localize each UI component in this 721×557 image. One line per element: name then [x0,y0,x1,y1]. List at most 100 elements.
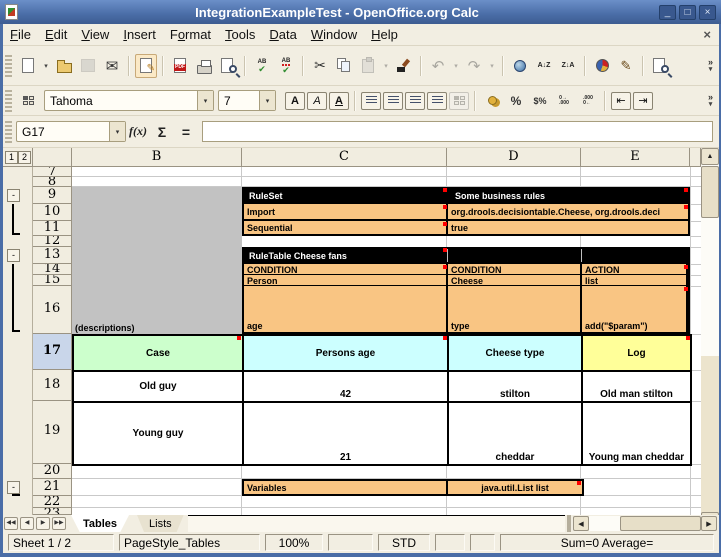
copy-button[interactable] [333,54,355,78]
cell-C18[interactable]: 42 [242,370,449,403]
cell-B18[interactable]: Old guy [72,370,244,403]
delete-decimal-button[interactable]: .000 0← [577,89,599,113]
spellcheck-button[interactable]: AB✔ [251,54,273,78]
chevron-down-icon[interactable]: ▾ [259,91,275,110]
add-decimal-button[interactable]: 0→ .000 [553,89,575,113]
number-format-currency-button[interactable] [481,89,503,113]
menu-format[interactable]: Format [163,25,218,44]
horizontal-scroll-thumb[interactable] [620,516,701,531]
paste-button[interactable] [357,54,379,78]
cell-E14[interactable]: ACTION [582,264,686,274]
cell-C19[interactable]: 21 [242,401,449,466]
sum-button[interactable]: Σ [150,121,174,143]
scroll-up-button[interactable]: ▲ [701,148,719,165]
menu-insert[interactable]: Insert [116,25,163,44]
cell-E15[interactable]: list [582,275,686,285]
decrease-indent-button[interactable]: ⇤ [611,92,631,110]
italic-button[interactable]: A [307,92,327,110]
cell-D10[interactable]: org.drools.decisiontable.Cheese, org.dro… [448,204,688,219]
cell-E19[interactable]: Young man cheddar [581,401,692,466]
row-header-8[interactable]: 8 [33,177,72,187]
undo-button[interactable]: ↶ [427,54,449,78]
outline-level-2-button[interactable]: 2 [18,151,31,164]
font-size-combo[interactable]: 7 ▾ [218,90,276,111]
merge-cells-button[interactable] [449,92,469,110]
row-header-17-selected[interactable]: 17 [33,334,72,370]
menu-edit[interactable]: Edit [38,25,74,44]
column-header-E[interactable]: E [581,148,690,167]
cell-C11[interactable]: Sequential [244,221,446,234]
horizontal-scrollbar[interactable]: ◀ ▶ [573,515,719,532]
row-header-19[interactable]: 19 [33,401,72,464]
row-header-12[interactable]: 12 [33,236,72,247]
last-sheet-button[interactable]: ▶▶ [52,517,66,530]
save-button[interactable] [77,54,99,78]
column-header-C[interactable]: C [242,148,447,167]
sheet-tab-tables[interactable]: Tables [67,515,133,532]
select-all-corner[interactable] [33,148,72,167]
format-paintbrush-button[interactable] [393,54,415,78]
sheet-tab-lists[interactable]: Lists [133,515,188,532]
minimize-button[interactable]: _ [659,5,676,20]
scroll-trough[interactable] [701,218,719,356]
toolbar-handle[interactable] [5,90,12,112]
maximize-button[interactable]: □ [679,5,696,20]
row-header-23[interactable]: 23 [33,508,72,515]
bold-button[interactable]: A [285,92,305,110]
scroll-trough[interactable] [589,516,620,531]
cell-D19[interactable]: cheddar [447,401,583,466]
insert-chart-button[interactable] [591,54,613,78]
menu-help[interactable]: Help [364,25,405,44]
cell-C15[interactable]: Person [244,275,446,285]
previous-sheet-button[interactable]: ◀ [20,517,34,530]
row-header-15[interactable]: 15 [33,275,72,286]
paste-dropdown[interactable]: ▾ [381,54,391,78]
scroll-trough[interactable] [701,356,719,515]
redo-dropdown[interactable]: ▾ [487,54,497,78]
cell-C21-variables[interactable]: Variables [244,481,446,494]
toolbar-overflow-button[interactable]: »▾ [708,94,713,108]
menu-view[interactable]: View [74,25,116,44]
open-button[interactable] [53,54,75,78]
new-document-button[interactable] [17,54,39,78]
row-header-7[interactable]: 7 [33,167,72,177]
menu-file[interactable]: File [3,25,38,44]
menu-data[interactable]: Data [262,25,303,44]
cell-C17-persons-age[interactable]: Persons age [242,334,449,372]
vertical-scroll-thumb[interactable] [701,166,719,218]
cell-D14[interactable]: CONDITION [448,264,580,274]
sort-descending-button[interactable]: Z↓A [557,54,579,78]
row-header-18[interactable]: 18 [33,370,72,401]
close-button[interactable]: × [699,5,716,20]
cell-D15[interactable]: Cheese [448,275,580,285]
row-header-22[interactable]: 22 [33,496,72,508]
row-header-10[interactable]: 10 [33,204,72,221]
align-right-button[interactable] [405,92,425,110]
sort-ascending-button[interactable]: A↓Z [533,54,555,78]
status-page-style[interactable]: PageStyle_Tables [119,534,260,551]
status-selection-mode[interactable]: STD [378,534,430,551]
formula-input[interactable] [202,121,713,142]
export-pdf-button[interactable]: PDF [169,54,191,78]
print-button[interactable] [193,54,215,78]
cell-B17-case[interactable]: Case [72,334,244,372]
underline-button[interactable]: A [329,92,349,110]
status-zoom[interactable]: 100% [265,534,323,551]
chevron-down-icon[interactable]: ▾ [109,122,125,141]
send-email-button[interactable]: ✉ [101,54,123,78]
row-header-21[interactable]: 21 [33,479,72,496]
align-justify-button[interactable] [427,92,447,110]
cell-D16[interactable]: type [448,286,580,332]
function-button[interactable]: = [174,121,198,143]
cell-E18[interactable]: Old man stilton [581,370,692,403]
outline-collapse-group3-button[interactable]: - [7,481,20,494]
row-header-9[interactable]: 9 [33,187,72,204]
cell-C13-ruletable[interactable]: RuleTable Cheese fans [246,247,546,264]
column-header-D[interactable]: D [447,148,581,167]
cell-C10[interactable]: Import [244,204,446,219]
new-document-dropdown[interactable]: ▾ [41,54,51,78]
cell-E16[interactable]: add("$param") [582,286,686,332]
scrollbar-splitter[interactable] [567,515,571,532]
cell-D9-note-header[interactable]: Some business rules [452,187,682,204]
title-bar[interactable]: IntegrationExampleTest - OpenOffice.org … [0,0,721,24]
